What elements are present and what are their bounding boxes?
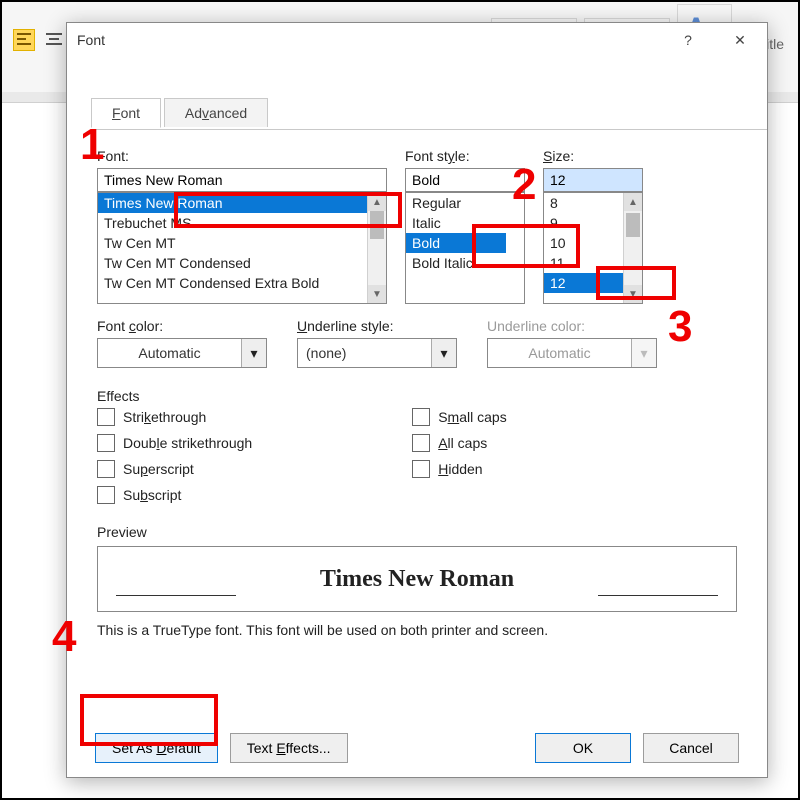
list-item[interactable]: Tw Cen MT Condensed Extra Bold [98,273,368,293]
checkbox-strikethrough[interactable]: Strikethrough [97,408,252,426]
font-input[interactable] [97,168,387,192]
checkbox-label: Superscript [123,461,194,477]
chevron-down-icon[interactable]: ▾ [241,339,266,367]
list-item[interactable]: Tw Cen MT [98,233,368,253]
checkbox-hidden[interactable]: Hidden [412,460,506,478]
dropdown-value: Automatic [98,345,241,361]
checkbox-subscript[interactable]: Subscript [97,486,252,504]
list-item[interactable]: Italic [406,213,506,233]
checkbox-icon [412,460,430,478]
checkbox-icon [412,434,430,452]
set-default-button[interactable]: Set As Default [95,733,218,763]
scroll-up-icon[interactable]: ▲ [368,193,386,211]
list-item[interactable]: 11 [544,253,624,273]
tab-advanced[interactable]: Advanced [164,98,268,127]
checkbox-label: Small caps [438,409,506,425]
list-item[interactable]: Times New Roman [98,193,368,213]
list-item[interactable]: Bold Italic [406,253,506,273]
checkbox-icon [97,434,115,452]
dialog-title: Font [77,23,105,57]
scrollbar[interactable]: ▲ ▼ [623,193,642,303]
checkbox-label: Subscript [123,487,181,503]
preview-rule [598,595,718,596]
checkbox-all-caps[interactable]: All caps [412,434,506,452]
size-input[interactable] [543,168,643,192]
dropdown-value: (none) [298,345,431,361]
scroll-thumb[interactable] [626,213,640,237]
font-dialog: Font ? ✕ Font Advanced Font: Times New R… [66,22,768,778]
list-item[interactable]: Regular [406,193,506,213]
tab-label: Advanced [185,105,247,121]
button-label: Text Effects... [247,740,331,756]
align-left-icon[interactable] [14,30,34,50]
font-color-label: Font color: [97,318,267,334]
list-item[interactable]: 9 [544,213,624,233]
underline-color-dropdown: Automatic ▾ [487,338,657,368]
effects-label: Effects [97,388,737,404]
font-style-label: Font style: [405,148,525,164]
tabstrip: Font Advanced [91,97,767,130]
checkbox-label: Double strikethrough [123,435,252,451]
close-button[interactable]: ✕ [723,23,757,57]
scrollbar[interactable]: ▲ ▼ [367,193,386,303]
paragraph-align-group [14,30,70,53]
font-color-dropdown[interactable]: Automatic ▾ [97,338,267,368]
align-center-icon[interactable] [44,30,64,50]
checkbox-icon [97,460,115,478]
list-item[interactable]: Bold [406,233,506,253]
checkbox-icon [412,408,430,426]
size-label: Size: [543,148,643,164]
scroll-up-icon[interactable]: ▲ [624,193,642,211]
checkbox-label: Hidden [438,461,482,477]
font-listbox[interactable]: Times New Roman Trebuchet MS Tw Cen MT T… [97,192,387,304]
tab-label: Font [112,105,140,121]
ok-button[interactable]: OK [535,733,631,763]
dropdown-value: Automatic [488,345,631,361]
size-listbox[interactable]: 8 9 10 11 12 ▲ ▼ [543,192,643,304]
preview-text: Times New Roman [320,566,514,593]
text-effects-button[interactable]: Text Effects... [230,733,348,763]
font-style-listbox[interactable]: Regular Italic Bold Bold Italic [405,192,525,304]
font-style-input[interactable] [405,168,525,192]
scroll-thumb[interactable] [370,211,384,239]
preview-rule [116,595,236,596]
preview-label: Preview [97,524,737,540]
checkbox-small-caps[interactable]: Small caps [412,408,506,426]
preview-panel: Times New Roman [97,546,737,612]
help-button[interactable]: ? [671,23,705,57]
list-item[interactable]: 8 [544,193,624,213]
cancel-button[interactable]: Cancel [643,733,739,763]
checkbox-icon [97,486,115,504]
underline-style-dropdown[interactable]: (none) ▾ [297,338,457,368]
button-label: Set As Default [112,740,201,756]
chevron-down-icon[interactable]: ▾ [431,339,456,367]
checkbox-double-strikethrough[interactable]: Double strikethrough [97,434,252,452]
checkbox-superscript[interactable]: Superscript [97,460,252,478]
font-label: Font: [97,148,387,164]
list-item[interactable]: 12 [544,273,624,293]
list-item[interactable]: 10 [544,233,624,253]
list-item[interactable]: Trebuchet MS [98,213,368,233]
dialog-titlebar: Font ? ✕ [67,23,767,57]
checkbox-label: Strikethrough [123,409,206,425]
chevron-down-icon: ▾ [631,339,656,367]
checkbox-icon [97,408,115,426]
checkbox-label: All caps [438,435,487,451]
scroll-down-icon[interactable]: ▼ [624,285,642,303]
list-item[interactable]: Tw Cen MT Condensed [98,253,368,273]
scroll-down-icon[interactable]: ▼ [368,285,386,303]
dialog-button-bar: Set As Default Text Effects... OK Cancel [67,733,767,763]
tab-font[interactable]: Font [91,98,161,128]
font-note: This is a TrueType font. This font will … [97,622,737,638]
underline-style-label: Underline style: [297,318,457,334]
underline-color-label: Underline color: [487,318,657,334]
